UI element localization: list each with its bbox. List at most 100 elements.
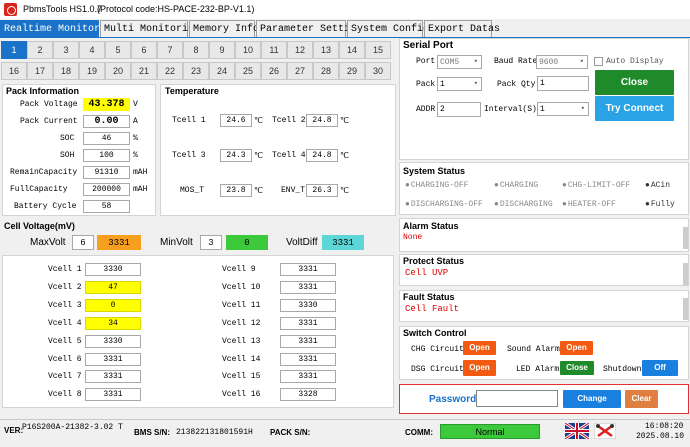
chevron-down-icon: ▾	[579, 58, 584, 66]
baud-rate-select[interactable]: 9600 ▾	[536, 55, 588, 69]
pack-select[interactable]: 1 ▾	[437, 77, 482, 91]
sound-alarm-button[interactable]: Open	[560, 341, 593, 355]
interval-select[interactable]: 1 ▾	[537, 102, 589, 116]
pack-info-unit: mAH	[133, 185, 148, 194]
port-label: Port	[416, 57, 436, 66]
tab-multi-monitoring[interactable]: Multi Monitoring	[100, 20, 200, 38]
vcell-value: 3331	[280, 352, 336, 366]
fault-scrollbar[interactable]	[683, 298, 688, 320]
bms-sn-label: BMS S/N:	[134, 428, 170, 437]
cell-button-24[interactable]: 24	[209, 62, 235, 80]
cell-button-29[interactable]: 29	[339, 62, 365, 80]
port-select[interactable]: COM5 ▾	[437, 55, 482, 69]
pack-info-value: 200000	[83, 183, 130, 196]
cell-button-15[interactable]: 15	[365, 41, 391, 59]
alarm-scrollbar[interactable]	[683, 227, 688, 249]
pack-info-value: 58	[83, 200, 130, 213]
temperature-unit: ℃	[340, 187, 349, 196]
protocol-code: (Protocol code:HS-PACE-232-BP-V1.1)	[97, 4, 255, 14]
clock-time: 16:08:20	[645, 422, 684, 431]
cell-button-11[interactable]: 11	[261, 41, 287, 59]
tools-icon[interactable]	[594, 423, 616, 439]
cell-button-25[interactable]: 25	[235, 62, 261, 80]
status-indicator: Fully	[645, 200, 675, 209]
tab-export-datas[interactable]: Export Datas	[424, 20, 500, 38]
cell-button-14[interactable]: 14	[339, 41, 365, 59]
cell-button-1[interactable]: 1	[1, 41, 27, 59]
password-input[interactable]	[476, 390, 558, 407]
port-value: COM5	[440, 58, 460, 67]
vcell-value: 3331	[280, 316, 336, 330]
english-flag-icon[interactable]	[565, 423, 589, 439]
cell-button-2[interactable]: 2	[27, 41, 53, 59]
pack-info-label: Battery Cycle	[14, 202, 77, 211]
try-connect-button[interactable]: Try Connect	[595, 96, 674, 121]
tab-realtime-monitoring[interactable]: Realtime Monitoring	[0, 20, 118, 38]
vcell-label: Vcell 5	[48, 336, 82, 346]
cell-button-13[interactable]: 13	[313, 41, 339, 59]
clock-date: 2025.08.10	[636, 432, 685, 441]
addr-input[interactable]: 2	[437, 102, 481, 117]
pack-qty-input[interactable]: 1	[537, 76, 589, 91]
cell-button-20[interactable]: 20	[105, 62, 131, 80]
temperature-value: 23.8	[220, 184, 252, 197]
temperature-value: 24.8	[306, 149, 338, 162]
cell-button-18[interactable]: 18	[53, 62, 79, 80]
change-password-button[interactable]: Change	[563, 390, 621, 408]
pack-info-value: 100	[83, 149, 130, 162]
password-label: Password	[429, 394, 477, 405]
temperature-unit: ℃	[254, 187, 263, 196]
auto-display-checkbox[interactable]	[594, 57, 603, 66]
protect-scrollbar[interactable]	[683, 263, 688, 285]
pack-qty-label: Pack Qty	[497, 80, 536, 89]
cell-button-4[interactable]: 4	[79, 41, 105, 59]
cell-button-9[interactable]: 9	[209, 41, 235, 59]
cell-button-5[interactable]: 5	[105, 41, 131, 59]
system-status-title: System Status	[403, 166, 466, 176]
vcell-value: 3331	[280, 280, 336, 294]
pack-value: 1	[440, 80, 445, 89]
cell-button-8[interactable]: 8	[183, 41, 209, 59]
cell-button-21[interactable]: 21	[131, 62, 157, 80]
vcell-value: 3330	[85, 334, 141, 348]
close-port-button[interactable]: Close	[595, 70, 674, 95]
cell-button-7[interactable]: 7	[157, 41, 183, 59]
cell-button-19[interactable]: 19	[79, 62, 105, 80]
switch-control-title: Switch Control	[403, 328, 467, 338]
status-indicator: HEATER-OFF	[562, 200, 616, 209]
cell-button-16[interactable]: 16	[1, 62, 27, 80]
pack-info-unit: A	[133, 117, 138, 126]
cell-button-17[interactable]: 17	[27, 62, 53, 80]
cell-button-28[interactable]: 28	[313, 62, 339, 80]
dsg-circuit-button[interactable]: Open	[463, 360, 496, 376]
cell-button-30[interactable]: 30	[365, 62, 391, 80]
clear-password-button[interactable]: Clear	[625, 390, 658, 408]
vcell-label: Vcell 14	[222, 354, 261, 364]
tab-memory-info[interactable]: Memory Info.	[189, 20, 265, 38]
alarm-status-value: None	[403, 233, 423, 242]
cell-button-23[interactable]: 23	[183, 62, 209, 80]
status-indicator: DISCHARGING-OFF	[405, 200, 483, 209]
tab-parameter-setting[interactable]: Parameter Setting	[256, 20, 362, 38]
led-alarm-button[interactable]: Close	[560, 361, 594, 375]
cell-button-6[interactable]: 6	[131, 41, 157, 59]
ver-label: VER:	[4, 426, 24, 435]
tab-system-config[interactable]: System Config.	[347, 20, 435, 38]
comm-label: COMM:	[405, 428, 433, 437]
cell-button-10[interactable]: 10	[235, 41, 261, 59]
baud-rate-value: 9600	[539, 58, 559, 67]
protect-status-title: Protect Status	[403, 256, 465, 266]
cell-button-3[interactable]: 3	[53, 41, 79, 59]
status-indicator: CHG-LIMIT-OFF	[562, 181, 630, 190]
vcell-label: Vcell 15	[222, 372, 261, 382]
chg-circuit-button[interactable]: Open	[463, 341, 496, 355]
cell-button-12[interactable]: 12	[287, 41, 313, 59]
pack-info-value: 43.378	[83, 98, 130, 111]
temperature-panel	[160, 84, 396, 216]
cell-button-22[interactable]: 22	[157, 62, 183, 80]
temperature-label: ENV_T	[281, 186, 306, 195]
vcell-label: Vcell 1	[48, 265, 82, 274]
cell-button-27[interactable]: 27	[287, 62, 313, 80]
shutdown-button[interactable]: Off	[642, 360, 678, 376]
cell-button-26[interactable]: 26	[261, 62, 287, 80]
